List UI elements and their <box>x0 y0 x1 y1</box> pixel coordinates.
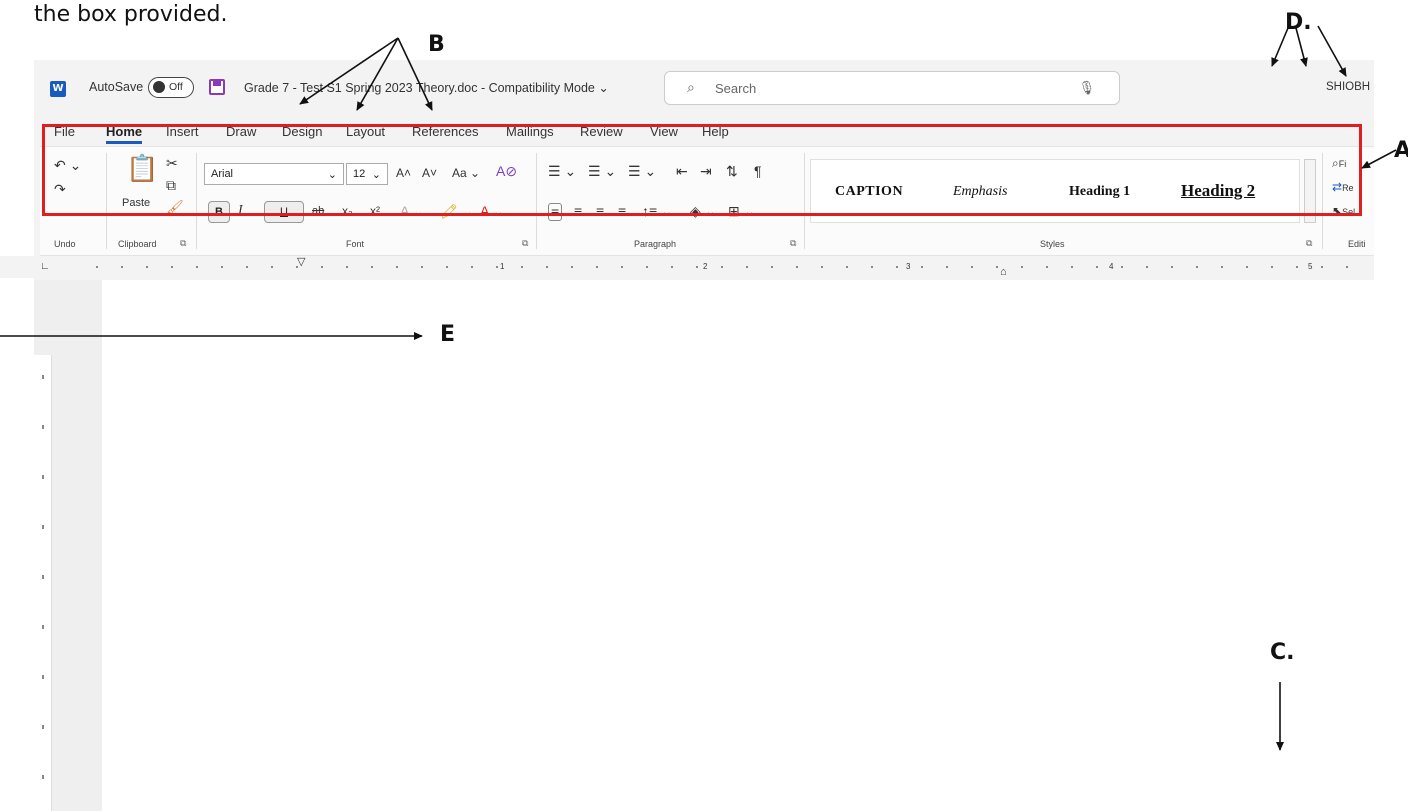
label-b: B <box>428 32 445 57</box>
annotation-arrows <box>0 25 1397 751</box>
label-d: D. <box>1285 10 1312 35</box>
label-c: C. <box>1270 640 1295 665</box>
label-a: A <box>1394 138 1408 163</box>
label-e: E <box>440 322 456 347</box>
